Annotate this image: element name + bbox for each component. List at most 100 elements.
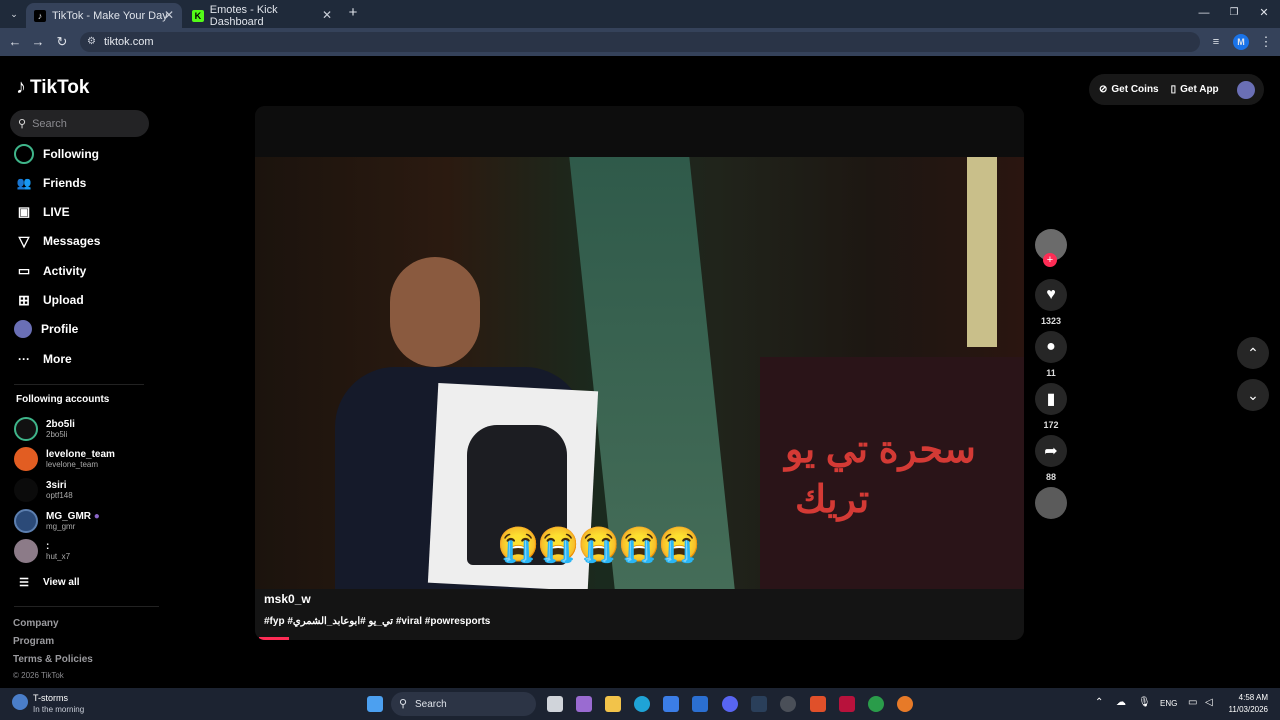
account-levelone[interactable]: levelone_team levelone_team bbox=[14, 445, 115, 473]
profile-icon bbox=[14, 320, 32, 338]
language-indicator[interactable]: ENG bbox=[1160, 699, 1177, 708]
close-window-button[interactable]: ✕ bbox=[1256, 5, 1272, 21]
store-icon[interactable] bbox=[663, 696, 679, 712]
reading-list-icon[interactable]: ≡ bbox=[1208, 34, 1224, 50]
get-coins-button[interactable]: Get Coins bbox=[1111, 84, 1158, 95]
account-handle: mg_gmr bbox=[46, 521, 76, 531]
nav-profile[interactable]: Profile bbox=[14, 318, 78, 340]
account-name: MG_GMR ● bbox=[46, 510, 100, 522]
file-explorer-icon[interactable] bbox=[605, 696, 621, 712]
copilot-icon[interactable] bbox=[576, 696, 592, 712]
back-icon[interactable]: ← bbox=[7, 34, 23, 50]
brand-name: TikTok bbox=[30, 76, 90, 98]
account-hut[interactable]: : hut_x7 bbox=[14, 537, 70, 565]
weather-title[interactable]: T-storms bbox=[33, 693, 68, 703]
restore-button[interactable]: ❐ bbox=[1226, 5, 1242, 21]
edge-icon[interactable] bbox=[634, 696, 650, 712]
avatar bbox=[14, 509, 38, 533]
account-3siri[interactable]: 3siri optf148 bbox=[14, 476, 73, 504]
new-tab-button[interactable]: + bbox=[345, 5, 361, 21]
volume-icon[interactable]: ◁ bbox=[1205, 697, 1213, 708]
app-icon[interactable] bbox=[780, 696, 796, 712]
nav-upload[interactable]: ⊞ Upload bbox=[14, 289, 84, 311]
weather-icon[interactable] bbox=[12, 694, 28, 710]
video-player[interactable]: سحرة تي يو تريك 😭😭😭😭😭 msk0_w #fyp #تي_يو… bbox=[255, 106, 1024, 640]
tiktok-note-icon: ♪ bbox=[16, 76, 26, 98]
previous-video-button[interactable]: ⌃ bbox=[1237, 337, 1269, 369]
coin-icon: ⊘ bbox=[1099, 84, 1108, 95]
tab-kick[interactable]: K Emotes - Kick Dashboard ✕ bbox=[184, 3, 340, 28]
minimize-button[interactable]: — bbox=[1196, 5, 1212, 21]
discord-icon[interactable] bbox=[722, 696, 738, 712]
nav-messages[interactable]: ▽ Messages bbox=[14, 230, 101, 252]
tab-tiktok[interactable]: ♪ TikTok - Make Your Day ✕ bbox=[26, 3, 182, 28]
nav-live[interactable]: ▣ LIVE bbox=[14, 201, 70, 223]
video-hashtags[interactable]: #fyp #تي_يو #ابوعابد_الشمري #viral #powr… bbox=[264, 616, 490, 627]
nav-label: Messages bbox=[43, 234, 101, 248]
get-app-button[interactable]: Get App bbox=[1180, 84, 1219, 95]
video-progress-bar[interactable] bbox=[259, 637, 289, 640]
firefox-icon[interactable] bbox=[897, 696, 913, 712]
follow-plus-icon[interactable]: + bbox=[1043, 253, 1057, 267]
comment-count: 11 bbox=[1046, 368, 1056, 378]
footer-company[interactable]: Company bbox=[13, 618, 59, 629]
microphone-icon[interactable]: 🎙 bbox=[1138, 697, 1151, 708]
task-view-icon[interactable] bbox=[547, 696, 563, 712]
account-handle: 2bo5li bbox=[46, 429, 68, 439]
divider bbox=[14, 606, 159, 607]
menu-icon[interactable]: ⋮ bbox=[1258, 34, 1274, 50]
sound-disc[interactable] bbox=[1035, 487, 1067, 519]
view-all-link[interactable]: ☰ View all bbox=[14, 571, 79, 593]
account-name: 2bo5li bbox=[46, 418, 75, 430]
user-avatar[interactable] bbox=[1236, 80, 1255, 99]
bookmark-icon: ▮ bbox=[1046, 391, 1056, 408]
next-video-button[interactable]: ⌄ bbox=[1237, 379, 1269, 411]
profile-avatar[interactable]: M bbox=[1233, 34, 1249, 50]
video-username[interactable]: msk0_w bbox=[264, 592, 311, 606]
clock-date[interactable]: 11/03/2026 bbox=[1222, 705, 1268, 714]
start-icon[interactable] bbox=[367, 696, 383, 712]
url-text: tiktok.com bbox=[104, 36, 154, 48]
nav-activity[interactable]: ▭ Activity bbox=[14, 260, 87, 282]
save-button[interactable]: ▮ bbox=[1035, 383, 1067, 415]
close-tab-icon[interactable]: ✕ bbox=[322, 8, 332, 22]
network-icon[interactable]: ▭ bbox=[1188, 697, 1197, 708]
nav-friends[interactable]: 👥 Friends bbox=[14, 172, 87, 194]
close-tab-icon[interactable]: ✕ bbox=[164, 8, 174, 22]
comment-icon: ● bbox=[1046, 338, 1056, 355]
like-count: 1323 bbox=[1040, 316, 1062, 326]
nav-label: More bbox=[43, 352, 72, 366]
account-handle: hut_x7 bbox=[46, 551, 71, 561]
activity-icon: ▭ bbox=[17, 263, 31, 278]
reload-icon[interactable]: ↻ bbox=[54, 34, 70, 50]
save-count: 172 bbox=[1043, 420, 1059, 430]
address-bar[interactable]: ⚙ tiktok.com bbox=[80, 32, 1200, 52]
search-placeholder: Search bbox=[32, 117, 67, 130]
brave-icon[interactable] bbox=[810, 696, 826, 712]
nav-more[interactable]: ··· More bbox=[14, 348, 72, 370]
footer-program[interactable]: Program bbox=[13, 636, 54, 647]
forward-icon[interactable]: → bbox=[30, 34, 46, 50]
header-actions: ⊘ Get Coins ▯ Get App bbox=[1089, 74, 1264, 105]
tray-chevron-icon[interactable]: ⌃ bbox=[1095, 697, 1103, 708]
adobe-icon[interactable] bbox=[839, 696, 855, 712]
taskbar-search[interactable]: ⚲ Search bbox=[391, 692, 536, 716]
clock-time[interactable]: 4:58 AM bbox=[1228, 693, 1268, 702]
chrome-icon[interactable] bbox=[868, 696, 884, 712]
footer-terms[interactable]: Terms & Policies bbox=[13, 654, 93, 665]
account-mg-gmr[interactable]: MG_GMR ● mg_gmr bbox=[14, 507, 100, 535]
following-accounts-title: Following accounts bbox=[16, 394, 110, 405]
share-count: 88 bbox=[1045, 472, 1056, 482]
steam-icon[interactable] bbox=[751, 696, 767, 712]
onedrive-icon[interactable]: ☁ bbox=[1116, 697, 1126, 708]
comment-button[interactable]: ● bbox=[1035, 331, 1067, 363]
tiktok-logo[interactable]: ♪ TikTok bbox=[16, 76, 89, 99]
search-input[interactable]: ⚲ Search bbox=[10, 110, 149, 137]
share-button[interactable]: ➦ bbox=[1035, 435, 1067, 467]
outlook-icon[interactable] bbox=[692, 696, 708, 712]
nav-following[interactable]: Following bbox=[14, 143, 99, 165]
like-button[interactable]: ♥ bbox=[1035, 279, 1067, 311]
tab-search-button[interactable]: ⌄ bbox=[6, 6, 22, 22]
site-info-icon[interactable]: ⚙ bbox=[87, 32, 96, 52]
account-2bo5li[interactable]: 2bo5li 2bo5li bbox=[14, 415, 75, 443]
